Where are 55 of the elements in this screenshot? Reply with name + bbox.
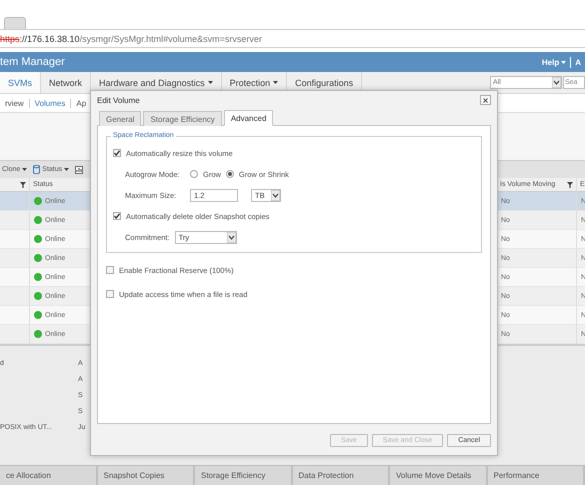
caret-icon xyxy=(226,232,236,242)
browser-tab[interactable] xyxy=(4,17,26,29)
detail-tab[interactable]: ce Allocation xyxy=(0,466,98,485)
url-path: /sysmgr/SysMgr.html#volume&svm=srvserver xyxy=(80,34,262,44)
address-bar[interactable]: https://176.16.38.10/sysmgr/SysMgr.html#volume&svm=srvserver xyxy=(0,30,585,48)
checkbox[interactable] xyxy=(106,290,114,298)
status-icon xyxy=(34,197,42,205)
account-menu[interactable]: A xyxy=(575,58,581,66)
dialog-tab[interactable]: Advanced xyxy=(224,110,274,126)
checkbox[interactable] xyxy=(106,266,114,274)
close-button[interactable] xyxy=(480,95,491,105)
dialog-tab[interactable]: Storage Efficiency xyxy=(143,111,222,126)
table-row-cell[interactable] xyxy=(0,268,30,287)
caret-icon xyxy=(271,190,280,200)
checkbox[interactable] xyxy=(113,149,121,157)
table-row-cell[interactable] xyxy=(0,211,30,230)
detail-tab[interactable]: Snapshot Copies xyxy=(98,466,195,485)
nav-tab[interactable]: SVMs xyxy=(0,72,42,93)
caret-icon xyxy=(561,60,566,64)
table-row-cell[interactable] xyxy=(0,325,30,344)
chart-icon xyxy=(75,166,84,174)
database-icon xyxy=(33,165,40,174)
table-row-cell[interactable] xyxy=(0,287,30,306)
dialog-title: Edit Volume xyxy=(97,96,140,104)
table-row-cell[interactable] xyxy=(0,230,30,249)
status-icon xyxy=(34,254,42,262)
detail-tab[interactable]: Storage Efficiency xyxy=(195,466,292,485)
url-host: ://176.16.38.10 xyxy=(20,34,80,44)
caret-icon xyxy=(64,168,70,171)
table-row-cell[interactable] xyxy=(0,249,30,268)
radio-button[interactable] xyxy=(226,170,234,178)
status-icon xyxy=(34,273,42,281)
status-icon xyxy=(34,311,42,319)
status-icon xyxy=(34,235,42,243)
detail-tab[interactable]: Data Protection xyxy=(292,466,390,485)
status-icon xyxy=(34,292,42,300)
caret-icon xyxy=(552,77,561,88)
url-scheme: https xyxy=(0,34,20,44)
filter-icon[interactable] xyxy=(20,182,26,188)
dialog-tab[interactable]: General xyxy=(99,111,142,126)
close-icon xyxy=(483,98,488,102)
detail-tab[interactable]: Performance xyxy=(488,466,585,485)
app-title: tem Manager xyxy=(0,56,66,68)
subnav-tab[interactable]: Volumes xyxy=(30,98,72,108)
help-menu[interactable]: Help xyxy=(542,58,566,66)
radio-button[interactable] xyxy=(190,170,198,178)
table-row-cell[interactable] xyxy=(0,192,30,211)
table-row-cell[interactable] xyxy=(0,306,30,325)
status-icon xyxy=(34,330,42,338)
filter-icon[interactable] xyxy=(567,182,573,188)
detail-tab[interactable]: Volume Move Details xyxy=(390,466,488,485)
caret-icon xyxy=(22,168,28,171)
subnav-tab[interactable]: rview xyxy=(0,98,30,108)
checkbox[interactable] xyxy=(113,212,121,220)
status-icon xyxy=(34,216,42,224)
